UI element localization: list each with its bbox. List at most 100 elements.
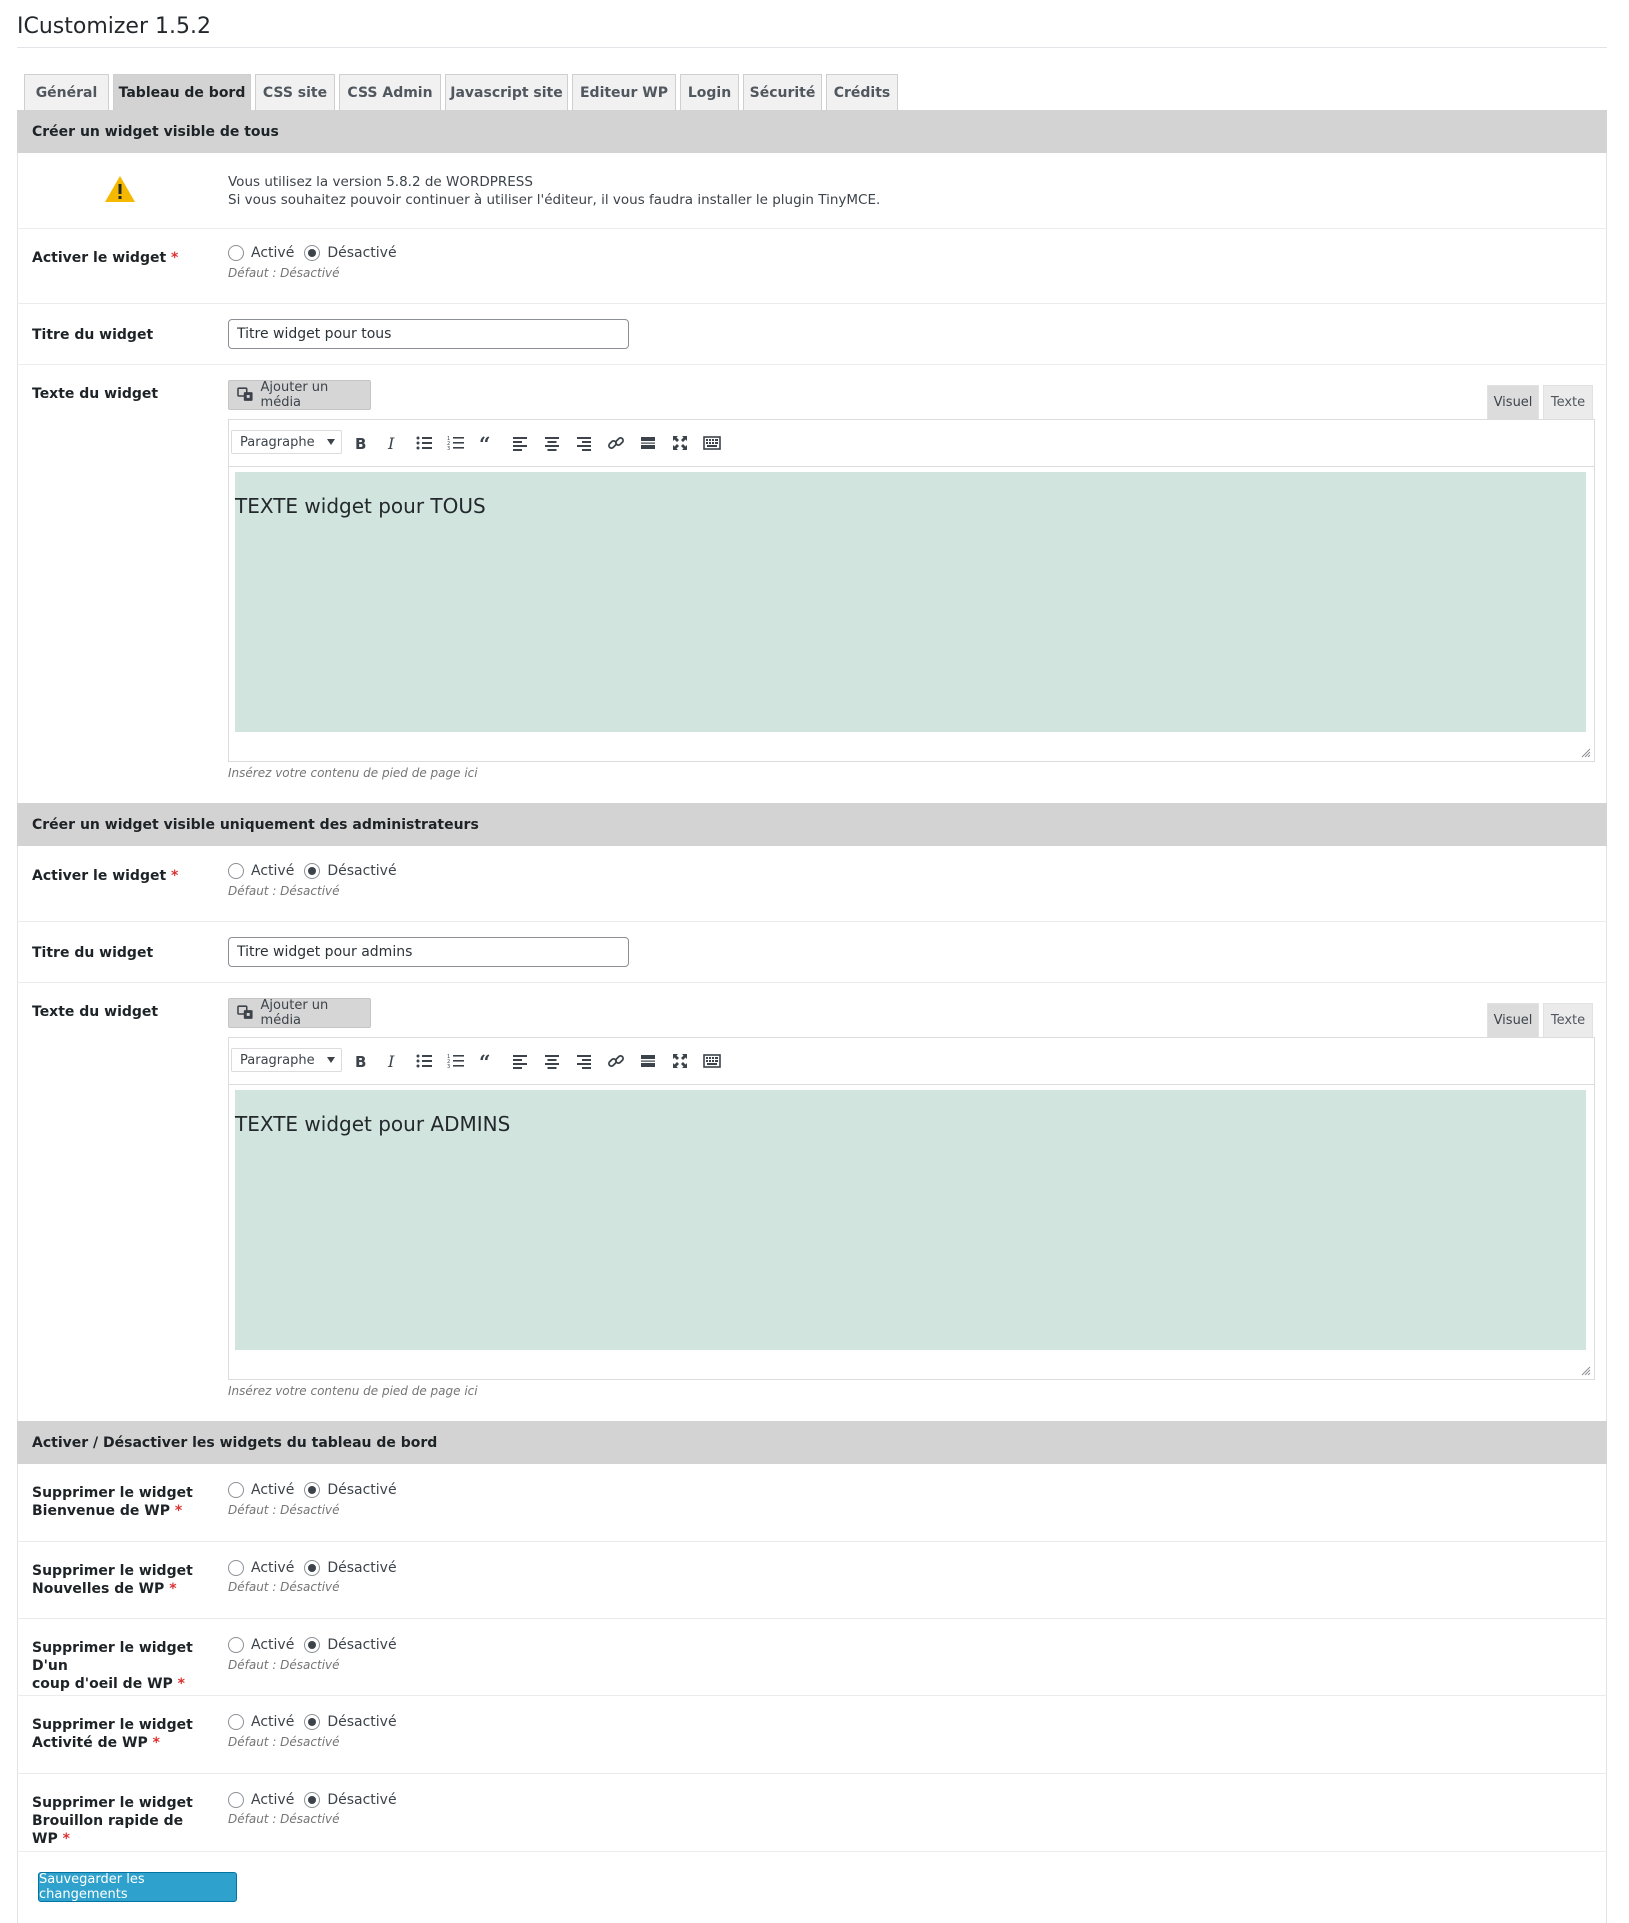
bullet-list-icon[interactable] [413, 432, 435, 454]
radio-inactive-label: Désactivé [327, 1560, 397, 1576]
format-select[interactable]: Paragraphe [231, 430, 342, 454]
remove-widget-label-line2: Brouillon rapide de WP [32, 1813, 184, 1847]
numbered-list-icon[interactable]: 123 [445, 1050, 467, 1072]
svg-text:I: I [387, 1052, 395, 1070]
radio-active[interactable] [228, 1792, 244, 1808]
radio-active[interactable] [228, 1637, 244, 1653]
radio-active[interactable] [228, 245, 244, 261]
align-right-icon[interactable] [573, 432, 595, 454]
tab-login[interactable]: Login [680, 74, 739, 110]
remove-activity-widget-radios: Activé Désactivé [228, 1713, 407, 1731]
fullscreen-icon[interactable] [669, 432, 691, 454]
remove-news-widget-radios: Activé Désactivé [228, 1559, 407, 1577]
align-left-icon[interactable] [509, 432, 531, 454]
bullet-list-icon[interactable] [413, 1050, 435, 1072]
activate-widget-label-text: Activer le widget [32, 868, 167, 884]
visual-mode-tab[interactable]: Visuel [1487, 1003, 1539, 1037]
remove-widget-label-line1: Supprimer le widget [32, 1485, 193, 1501]
add-media-button[interactable]: Ajouter un média [228, 380, 371, 410]
link-icon[interactable] [605, 1050, 627, 1072]
tab-credits[interactable]: Crédits [826, 74, 898, 110]
italic-icon[interactable]: I [381, 1050, 403, 1072]
remove-welcome-widget-radios: Activé Désactivé [228, 1481, 407, 1499]
remove-glance-widget-radios: Activé Désactivé [228, 1636, 407, 1654]
widget-title-input[interactable] [228, 319, 629, 349]
align-left-icon[interactable] [509, 1050, 531, 1072]
radio-inactive[interactable] [304, 1714, 321, 1730]
tab-editeur-wp[interactable]: Editeur WP [572, 74, 676, 110]
remove-widget-label-line1: Supprimer le widget [32, 1563, 193, 1579]
widget-title-input[interactable] [228, 937, 629, 967]
numbered-list-icon[interactable]: 123 [445, 432, 467, 454]
default-note: Défaut : Désactivé [228, 1580, 340, 1594]
svg-text:B: B [355, 435, 366, 452]
tab-css-site[interactable]: CSS site [255, 74, 335, 110]
radio-inactive[interactable] [304, 245, 321, 261]
tab-css-admin[interactable]: CSS Admin [339, 74, 441, 110]
radio-inactive[interactable] [304, 1637, 321, 1653]
row-divider [17, 1773, 1607, 1774]
editor-content-area[interactable]: TEXTE widget pour ADMINS [235, 1090, 1586, 1350]
tab-javascript-site[interactable]: Javascript site [445, 74, 568, 110]
link-icon[interactable] [605, 432, 627, 454]
row-divider [17, 228, 1607, 229]
chevron-down-icon [327, 439, 335, 445]
save-changes-button[interactable]: Sauvegarder les changements [38, 1872, 237, 1902]
page-title: ICustomizer 1.5.2 [17, 14, 211, 39]
widget-text-label: Texte du widget [32, 386, 159, 402]
blockquote-icon[interactable]: “ [477, 432, 499, 454]
text-mode-tab[interactable]: Texte [1543, 385, 1593, 419]
remove-widget-label-line2: Activité de WP [32, 1735, 148, 1751]
radio-active-label: Activé [251, 245, 295, 261]
row-divider [17, 1695, 1607, 1696]
required-mark: * [152, 1735, 160, 1751]
widget-title-label: Titre du widget [32, 945, 154, 961]
italic-icon[interactable]: I [381, 432, 403, 454]
radio-active[interactable] [228, 1560, 244, 1576]
remove-activity-widget-label: Supprimer le widget Activité de WP * [32, 1716, 212, 1752]
remove-widget-label-line1: Supprimer le widget [32, 1717, 193, 1733]
align-center-icon[interactable] [541, 432, 563, 454]
editor-content-area[interactable]: TEXTE widget pour TOUS [235, 472, 1586, 732]
svg-text:“: “ [479, 1052, 491, 1070]
activate-widget-label-text: Activer le widget [32, 250, 167, 266]
toolbar-toggle-icon[interactable] [701, 432, 723, 454]
bold-icon[interactable]: B [349, 432, 371, 454]
tab-dashboard[interactable]: Tableau de bord [113, 74, 251, 111]
tab-securite[interactable]: Sécurité [743, 74, 822, 110]
radio-active[interactable] [228, 1714, 244, 1730]
remove-widget-label-line2: Bienvenue de WP [32, 1503, 170, 1519]
radio-active[interactable] [228, 863, 244, 879]
add-media-button[interactable]: Ajouter un média [228, 998, 371, 1028]
bold-icon[interactable]: B [349, 1050, 371, 1072]
blockquote-icon[interactable]: “ [477, 1050, 499, 1072]
tab-general[interactable]: Général [24, 74, 109, 110]
text-mode-tab[interactable]: Texte [1543, 1003, 1593, 1037]
radio-inactive-label: Désactivé [327, 245, 397, 261]
radio-inactive[interactable] [304, 1792, 321, 1808]
editor-toolbar: Paragraphe B I 123 “ [229, 420, 1594, 467]
remove-welcome-widget-label: Supprimer le widget Bienvenue de WP * [32, 1484, 212, 1520]
radio-inactive[interactable] [304, 1482, 321, 1498]
required-mark: * [171, 868, 179, 884]
toolbar-toggle-icon[interactable] [701, 1050, 723, 1072]
activate-widget-label: Activer le widget * [32, 249, 212, 267]
fullscreen-icon[interactable] [669, 1050, 691, 1072]
media-icon [237, 387, 253, 401]
resize-handle-icon[interactable] [1581, 748, 1591, 758]
resize-handle-icon[interactable] [1581, 1366, 1591, 1376]
radio-inactive-label: Désactivé [327, 1637, 397, 1653]
read-more-icon[interactable] [637, 1050, 659, 1072]
version-notice: Vous utilisez la version 5.8.2 de WORDPR… [228, 173, 880, 209]
visual-mode-tab[interactable]: Visuel [1487, 385, 1539, 419]
row-divider [17, 364, 1607, 365]
align-center-icon[interactable] [541, 1050, 563, 1072]
format-select[interactable]: Paragraphe [231, 1048, 342, 1072]
align-right-icon[interactable] [573, 1050, 595, 1072]
radio-inactive[interactable] [304, 863, 321, 879]
radio-active[interactable] [228, 1482, 244, 1498]
read-more-icon[interactable] [637, 432, 659, 454]
radio-inactive-label: Désactivé [327, 863, 397, 879]
radio-inactive[interactable] [304, 1560, 321, 1576]
section-heading-admins: Créer un widget visible uniquement des a… [17, 803, 1607, 846]
